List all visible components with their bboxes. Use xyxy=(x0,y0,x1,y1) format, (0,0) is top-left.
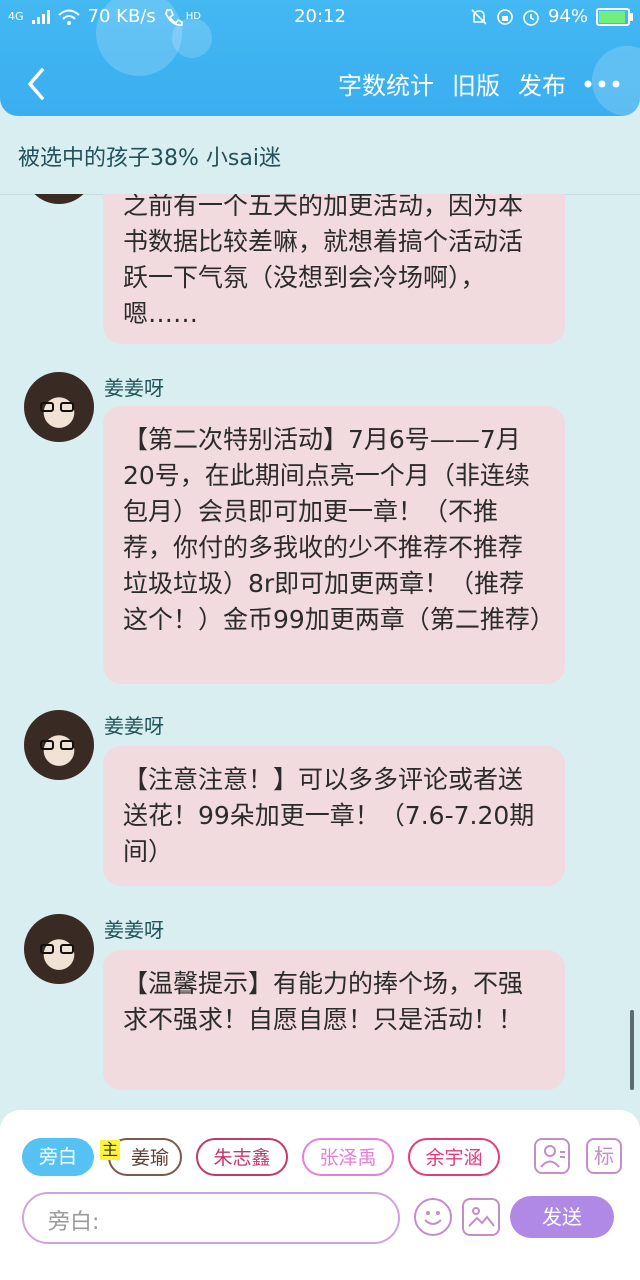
image-button[interactable] xyxy=(462,1198,500,1236)
message-input[interactable]: 旁白: xyxy=(22,1192,400,1244)
book-title: 被选中的孩子38% 小sai迷 xyxy=(18,146,281,171)
mark-button[interactable]: 标 xyxy=(586,1138,622,1174)
avatar[interactable] xyxy=(24,710,94,780)
avatar[interactable] xyxy=(24,194,94,204)
character-chip-zhuzhixin[interactable]: 朱志鑫 xyxy=(196,1138,288,1176)
alarm-icon xyxy=(523,9,539,26)
avatar[interactable] xyxy=(24,372,94,442)
battery-percent: 94% xyxy=(547,6,588,27)
emoji-button[interactable] xyxy=(414,1198,452,1236)
sender-name: 姜姜呀 xyxy=(104,714,164,738)
more-icon[interactable] xyxy=(584,79,620,89)
message-bubble: 之前有一个五天的加更活动，因为本书数据比较差嘛，就想着搞个活动活跃一下气氛（没想… xyxy=(103,194,565,344)
message-bubble: 【注意注意！】可以多多评论或者送送花！99朵加更一章！（7.6-7.20期间） xyxy=(103,746,565,886)
battery-fill xyxy=(599,10,626,23)
narrator-chip[interactable]: 旁白 xyxy=(22,1138,94,1176)
back-arrow-icon[interactable] xyxy=(22,66,52,102)
message-bubble: 【第二次特别活动】7月6号——7月20号，在此期间点亮一个月（非连续包月）会员即… xyxy=(103,406,565,684)
avatar[interactable] xyxy=(24,914,94,984)
status-bar: 4G 70 KB/s HD 20:12 94% xyxy=(0,0,640,34)
scrollbar[interactable] xyxy=(630,1010,634,1090)
mute-bell-icon xyxy=(471,8,487,25)
image-icon xyxy=(468,1207,495,1227)
word-count-button[interactable]: 字数统计 xyxy=(338,66,434,101)
nav-bar: 字数统计 旧版 发布 xyxy=(0,60,640,110)
sender-name: 姜姜呀 xyxy=(104,918,164,942)
character-chip-yuyuhan[interactable]: 余宇涵 xyxy=(408,1138,500,1176)
person-card-icon xyxy=(540,1145,565,1168)
smiley-icon xyxy=(424,1211,442,1225)
publish-button[interactable]: 发布 xyxy=(518,66,566,101)
top-header: 4G 70 KB/s HD 20:12 94% 字数统计 旧版 发布 xyxy=(0,0,640,116)
main-character-badge: 主 xyxy=(100,1140,120,1160)
old-version-button[interactable]: 旧版 xyxy=(452,66,500,101)
chat-list[interactable]: 之前有一个五天的加更活动，因为本书数据比较差嘛，就想着搞个活动活跃一下气氛（没想… xyxy=(0,194,640,1114)
battery-icon xyxy=(596,7,633,26)
character-chip-zhangzeyu[interactable]: 张泽禹 xyxy=(302,1138,394,1176)
character-manage-button[interactable] xyxy=(534,1138,570,1174)
sender-name: 姜姜呀 xyxy=(104,376,164,400)
send-button[interactable]: 发送 xyxy=(510,1196,614,1238)
message-bubble: 【温馨提示】有能力的捧个场，不强求不强求！自愿自愿！只是活动！！ xyxy=(103,950,565,1090)
book-title-bar: 被选中的孩子38% 小sai迷 xyxy=(0,116,640,195)
composer-panel: 旁白 姜瑜 主 朱志鑫 张泽禹 余宇涵 标 旁白: 发送 xyxy=(0,1110,640,1280)
lock-rotation-icon xyxy=(497,8,513,25)
input-placeholder: 旁白: xyxy=(48,1210,100,1235)
